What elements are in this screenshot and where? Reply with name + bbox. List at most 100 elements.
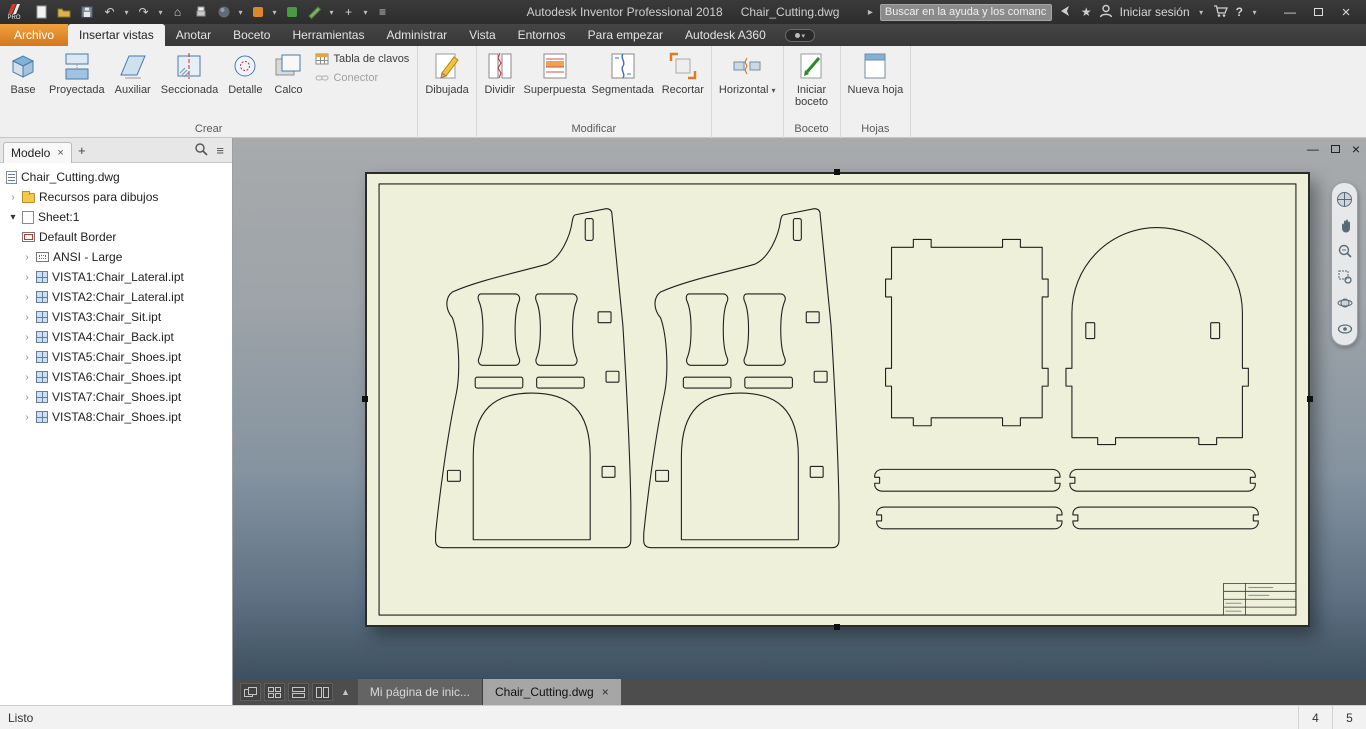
material-dropdown-icon[interactable]: ▾ [236,8,245,17]
cart-icon[interactable] [1213,4,1229,21]
zoom-button[interactable] [1335,241,1355,261]
update-button[interactable] [281,2,302,22]
expand-tab-list-icon[interactable]: ▲ [341,687,350,697]
expander-icon[interactable]: › [22,332,32,343]
add-command-button[interactable]: + [338,2,359,22]
qat-overflow-icon[interactable]: ≡ [372,2,393,22]
ribbon-options-pill[interactable]: ▾ [784,29,815,42]
material-sphere-button[interactable] [213,2,234,22]
horizontal-button[interactable]: Horizontal ▾ [714,47,781,121]
conector-button[interactable]: Conector [315,71,409,85]
tree-item-vista6[interactable]: › VISTA6:Chair_Shoes.ipt [0,367,232,387]
orbit-button[interactable] [1335,293,1355,313]
doc-tab-home[interactable]: Mi página de inic... [357,679,483,705]
expander-icon[interactable]: › [22,412,32,423]
group-label-modificar[interactable]: Modificar [477,122,711,138]
tab-entornos[interactable]: Entornos [507,24,577,46]
tab-archivo[interactable]: Archivo [0,24,69,46]
look-at-button[interactable] [1335,319,1355,339]
inventor-logo[interactable]: PRO [2,3,26,21]
zoom-window-button[interactable] [1335,267,1355,287]
sign-in-label[interactable]: Iniciar sesión [1120,5,1190,19]
print-button[interactable] [190,2,211,22]
tree-item-vista3[interactable]: › VISTA3:Chair_Sit.ipt [0,307,232,327]
expander-icon[interactable]: › [22,292,32,303]
browser-menu-icon[interactable]: ≡ [216,143,224,158]
expander-icon[interactable]: › [8,192,18,203]
tab-boceto[interactable]: Boceto [222,24,281,46]
home-button[interactable]: ⌂ [167,2,188,22]
tree-item-document-root[interactable]: Chair_Cutting.dwg [0,167,232,187]
tile-vertical-icon[interactable] [312,683,333,701]
sign-in-dropdown-icon[interactable]: ▾ [1197,8,1206,17]
tree-item-vista4[interactable]: › VISTA4:Chair_Back.ipt [0,327,232,347]
maximize-button[interactable] [1304,1,1332,23]
doc-close-button[interactable]: × [1352,141,1360,157]
browser-search-icon[interactable] [194,142,208,159]
undo-dropdown-icon[interactable]: ▾ [122,8,131,17]
group-label-crear[interactable]: Crear [0,122,417,138]
tree-item-ansi-large[interactable]: › ANSI - Large [0,247,232,267]
drawing-sheet[interactable] [365,172,1310,627]
tree-item-default-border[interactable]: Default Border [0,227,232,247]
tab-autodesk-a360[interactable]: Autodesk A360 [674,24,777,46]
nueva-hoja-button[interactable]: Nueva hoja [843,47,909,121]
doc-minimize-button[interactable]: — [1307,142,1319,156]
nav-wheel-button[interactable] [1335,189,1355,209]
expander-icon[interactable]: › [22,252,32,263]
help-icon[interactable]: ? [1236,5,1243,19]
open-file-button[interactable] [53,2,74,22]
tree-item-sheet1[interactable]: ▾ Sheet:1 [0,207,232,227]
undo-button[interactable]: ↶ [99,2,120,22]
tab-vista[interactable]: Vista [458,24,506,46]
qat-customize-icon[interactable]: ▾ [361,8,370,17]
doc-tab-close-icon[interactable]: × [602,685,609,699]
tree-item-vista5[interactable]: › VISTA5:Chair_Shoes.ipt [0,347,232,367]
recortar-button[interactable]: Recortar [657,47,709,121]
sheet-grip-top[interactable] [834,169,840,175]
measure-button[interactable] [304,2,325,22]
close-button[interactable]: × [1332,1,1360,23]
tree-item-vista2[interactable]: › VISTA2:Chair_Lateral.ipt [0,287,232,307]
sheet-grip-left[interactable] [362,396,368,402]
search-go-icon[interactable] [1059,4,1074,21]
horizontal-dropdown-icon[interactable]: ▾ [772,86,776,95]
tab-insertar-vistas[interactable]: Insertar vistas [68,24,165,46]
user-icon[interactable] [1099,4,1113,21]
new-file-button[interactable] [30,2,51,22]
redo-button[interactable]: ↷ [133,2,154,22]
detalle-button[interactable]: Detalle [223,47,267,121]
drawing-canvas[interactable]: — × [233,138,1366,679]
appearance-button[interactable] [247,2,268,22]
tile-horizontal-icon[interactable] [288,683,309,701]
tab-administrar[interactable]: Administrar [375,24,458,46]
seccionada-button[interactable]: Seccionada [156,47,224,121]
browser-add-tab-button[interactable]: + [72,143,92,158]
help-search-input[interactable] [879,3,1052,21]
expander-icon[interactable]: › [22,372,32,383]
save-button[interactable] [76,2,97,22]
help-dropdown-icon[interactable]: ▾ [1250,8,1259,17]
measure-dropdown-icon[interactable]: ▾ [327,8,336,17]
tree-item-vista8[interactable]: › VISTA8:Chair_Shoes.ipt [0,407,232,427]
calco-button[interactable]: Calco [267,47,309,121]
doc-restore-button[interactable] [1330,142,1340,156]
tree-item-vista7[interactable]: › VISTA7:Chair_Shoes.ipt [0,387,232,407]
tabla-de-clavos-button[interactable]: Tabla de clavos [315,52,409,66]
expander-icon[interactable]: › [22,312,32,323]
tree-item-vista1[interactable]: › VISTA1:Chair_Lateral.ipt [0,267,232,287]
superpuesta-button[interactable]: Superpuesta [521,47,589,121]
cascade-windows-icon[interactable] [240,683,261,701]
expander-icon[interactable]: › [22,352,32,363]
tab-herramientas[interactable]: Herramientas [281,24,375,46]
dibujada-button[interactable]: Dibujada [420,47,473,121]
tile-windows-icon[interactable] [264,683,285,701]
tree-item-recursos[interactable]: › Recursos para dibujos [0,187,232,207]
group-label-boceto[interactable]: Boceto [784,122,840,138]
tab-para-empezar[interactable]: Para empezar [577,24,674,46]
sheet-grip-bottom[interactable] [834,624,840,630]
doc-tab-chair-cutting[interactable]: Chair_Cutting.dwg × [482,679,621,705]
browser-tab-modelo[interactable]: Modelo × [3,141,72,163]
collapse-icon[interactable]: ▾ [8,212,18,223]
segmentada-button[interactable]: Segmentada [589,47,657,121]
